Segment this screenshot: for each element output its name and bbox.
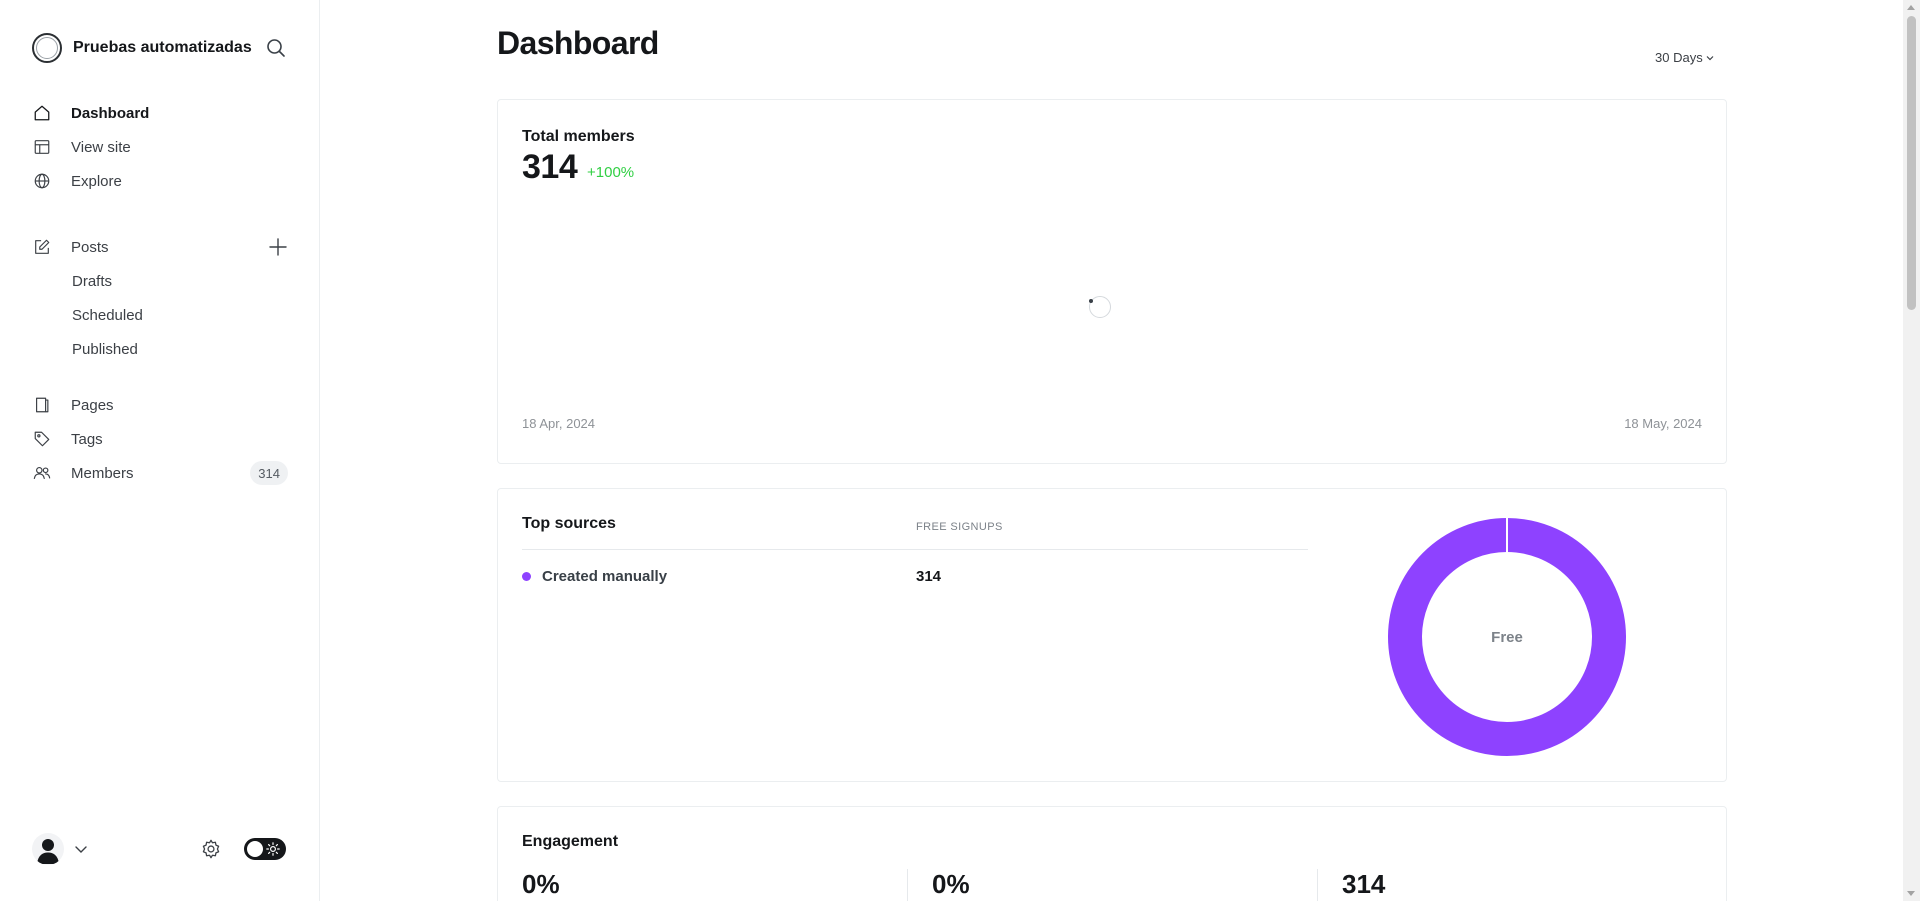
top-sources-card: Top sources FREE SIGNUPS Created manuall… xyxy=(497,488,1727,782)
engagement-card: Engagement 0% 0% 314 xyxy=(497,806,1727,901)
page-scrollbar[interactable] xyxy=(1903,0,1920,901)
edit-icon xyxy=(32,237,52,257)
source-value: 314 xyxy=(916,567,942,585)
sidebar-item-label: Pages xyxy=(71,396,114,414)
posts-nav: Posts Drafts Scheduled Published xyxy=(32,230,290,366)
divider xyxy=(1317,869,1318,901)
trend-badge: +100% xyxy=(587,164,635,181)
tag-icon xyxy=(32,429,52,449)
column-header: FREE SIGNUPS xyxy=(916,521,1003,533)
sun-icon xyxy=(266,842,280,856)
total-members-value: 314 xyxy=(522,148,578,186)
sidebar-item-label: Tags xyxy=(71,430,103,448)
user-avatar-icon[interactable] xyxy=(32,833,64,865)
sidebar-item-drafts[interactable]: Drafts xyxy=(32,264,290,298)
sidebar-item-explore[interactable]: Explore xyxy=(32,164,290,198)
scroll-up-arrow[interactable] xyxy=(1907,5,1915,10)
members-count-badge: 314 xyxy=(250,461,288,485)
pages-icon xyxy=(32,395,52,415)
table-row: Created manually 314 xyxy=(522,564,1308,588)
card-title: Engagement xyxy=(522,833,619,850)
card-title: Top sources xyxy=(522,515,616,532)
loading-spinner-dot xyxy=(1089,299,1093,303)
sidebar-item-label: Published xyxy=(72,340,138,358)
sidebar-footer xyxy=(32,833,288,865)
chevron-down-icon xyxy=(1706,55,1714,60)
sidebar-item-scheduled[interactable]: Scheduled xyxy=(32,298,290,332)
source-color-dot xyxy=(522,571,531,581)
globe-icon xyxy=(32,171,52,191)
search-icon[interactable] xyxy=(264,36,288,60)
sidebar-item-published[interactable]: Published xyxy=(32,332,290,366)
page-title: Dashboard xyxy=(497,25,659,61)
engagement-value: 0% xyxy=(932,869,970,899)
sidebar: Pruebas automatizadas Dashboard View sit… xyxy=(0,0,320,901)
scroll-down-arrow[interactable] xyxy=(1907,891,1915,896)
sidebar-item-label: Members xyxy=(71,464,134,482)
engagement-value: 314 xyxy=(1342,869,1386,899)
brand[interactable]: Pruebas automatizadas xyxy=(32,32,288,64)
theme-toggle[interactable] xyxy=(244,838,286,860)
layout-icon xyxy=(32,137,52,157)
sidebar-item-dashboard[interactable]: Dashboard xyxy=(32,96,290,130)
home-icon xyxy=(32,103,52,123)
site-name: Pruebas automatizadas xyxy=(73,39,252,56)
sidebar-item-label: Scheduled xyxy=(72,306,143,324)
scroll-thumb[interactable] xyxy=(1907,16,1916,310)
engagement-value: 0% xyxy=(522,869,560,899)
toggle-knob xyxy=(247,841,263,857)
chart-start-date: 18 Apr, 2024 xyxy=(522,416,596,431)
sidebar-item-posts[interactable]: Posts xyxy=(32,230,290,264)
sidebar-item-label: Explore xyxy=(71,172,122,190)
sources-donut-chart: Free xyxy=(1388,517,1626,756)
sidebar-item-tags[interactable]: Tags xyxy=(32,422,290,456)
add-post-button[interactable] xyxy=(268,237,288,257)
divider xyxy=(907,869,908,901)
sidebar-item-label: Dashboard xyxy=(71,104,150,122)
sidebar-item-label: Drafts xyxy=(72,272,113,290)
chart-end-date: 18 May, 2024 xyxy=(1624,416,1702,431)
chevron-down-icon[interactable] xyxy=(74,842,88,856)
members-icon xyxy=(32,463,52,483)
card-title: Total members xyxy=(522,128,635,145)
total-members-card: Total members 314 +100% 18 Apr, 2024 18 … xyxy=(497,99,1727,464)
primary-nav: Dashboard View site Explore xyxy=(32,96,290,198)
donut-center-label: Free xyxy=(1491,629,1523,646)
secondary-nav: Pages Tags Members 314 xyxy=(32,388,290,490)
divider xyxy=(522,549,1308,550)
site-logo-icon xyxy=(32,33,62,63)
date-range-value: 30 Days xyxy=(1655,50,1703,65)
sidebar-item-members[interactable]: Members 314 xyxy=(32,456,290,490)
sidebar-item-pages[interactable]: Pages xyxy=(32,388,290,422)
source-name: Created manually xyxy=(542,567,668,585)
date-range-select[interactable]: 30 Days xyxy=(1655,50,1714,65)
sidebar-item-view-site[interactable]: View site xyxy=(32,130,290,164)
gear-icon[interactable] xyxy=(200,838,222,860)
sidebar-item-label: View site xyxy=(71,138,131,156)
sidebar-item-label: Posts xyxy=(71,238,109,256)
